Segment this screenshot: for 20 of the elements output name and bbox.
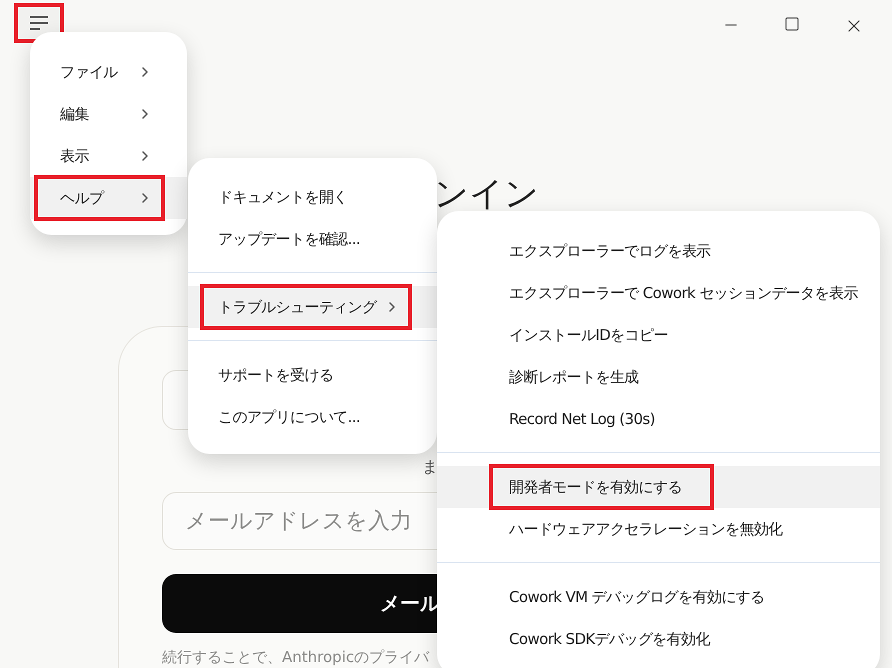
menu-item[interactable]: アップデートを確認...	[188, 218, 437, 260]
menu-item[interactable]: 表示	[30, 135, 187, 177]
page-heading: ンイン	[434, 173, 539, 216]
divider-text: ま	[422, 458, 438, 476]
menu-item[interactable]: インストールIDをコピー	[437, 314, 880, 356]
maximize-icon[interactable]	[784, 16, 800, 32]
menu-item[interactable]: Record Net Log (30s)	[437, 398, 880, 440]
menu-item[interactable]: 開発者モードを有効にする	[437, 466, 880, 508]
menu-item[interactable]: エクスプローラーでログを表示	[437, 230, 880, 272]
menu-item[interactable]: 診断レポートを生成	[437, 356, 880, 398]
menu-item[interactable]: エクスプローラーで Cowork セッションデータを表示	[437, 272, 880, 314]
menu-item[interactable]: ドキュメントを開く	[188, 176, 437, 218]
menu-item[interactable]: 編集	[30, 93, 187, 135]
menu-item[interactable]: このアプリについて...	[188, 396, 437, 438]
menu-item[interactable]: サポートを受ける	[188, 354, 437, 396]
terms-text: 続行することで、Anthropicのプライバ	[162, 649, 430, 666]
menu-item[interactable]: ヘルプ	[30, 177, 187, 219]
menu-item[interactable]: ファイル	[30, 51, 187, 93]
menu-icon	[29, 15, 49, 31]
menu-item[interactable]: トラブルシューティング	[188, 286, 437, 328]
